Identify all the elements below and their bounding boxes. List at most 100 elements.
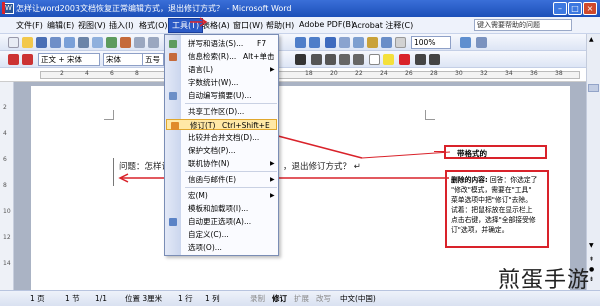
save-icon[interactable] [36,37,47,48]
help-search-input[interactable]: 键入需要帮助的问题 [474,19,572,31]
menu-acrobat-comments[interactable]: Acrobat 注释(C) [352,20,413,31]
crop-mark [425,110,435,120]
status-section: 1 节 [65,294,80,303]
menu-adobe-pdf[interactable]: Adobe PDF(B) [299,20,354,29]
drawing-icon[interactable] [367,37,378,48]
submenu-arrow-icon: ▶ [270,160,275,167]
research-icon[interactable] [120,37,131,48]
status-extend[interactable]: 扩展 [294,291,309,306]
enlarge-font-icon[interactable] [429,54,440,65]
formatting-toolbar: 正文 + 宋体 宋体 [0,51,600,68]
change-bar [113,158,114,186]
columns-icon[interactable] [353,37,364,48]
status-column: 1 列 [205,294,220,303]
menu-item-protect-document[interactable]: 保护文档(P)... [165,145,278,156]
menu-item-customize[interactable]: 自定义(C)... [165,229,278,240]
menu-insert[interactable]: 插入(I) [109,20,134,31]
highlight-icon[interactable] [383,54,394,65]
increase-indent-icon[interactable] [353,54,364,65]
title-bar: W 怎样让word2003文档恢复正常编辑方式，退出修订方式？ - Micros… [0,0,600,17]
menu-format[interactable]: 格式(O) [139,20,168,31]
menu-item-compare-merge[interactable]: 比较并合并文档(D)... [165,132,278,143]
menu-table[interactable]: 表格(A) [202,20,230,31]
horizontal-ruler[interactable]: 2 4 6 8 18 20 22 24 26 28 30 32 34 36 38 [0,68,600,82]
menu-view[interactable]: 视图(V) [78,20,106,31]
menu-item-letters-mailings[interactable]: 信函与邮件(E) ▶ [165,174,278,185]
new-document-icon[interactable] [8,37,19,48]
close-button[interactable]: × [583,2,597,15]
status-page-of: 1/1 [95,294,108,303]
status-track-changes[interactable]: 修订 [272,291,287,306]
crop-mark [104,110,114,120]
menu-item-templates-addins[interactable]: 模板和加载项(I)... [165,203,278,214]
redo-icon[interactable] [309,37,320,48]
scroll-up-icon[interactable]: ▲ [589,36,594,43]
show-hide-icon[interactable] [395,37,406,48]
menu-item-autocorrect[interactable]: 自动更正选项(A)... [165,216,278,227]
maximize-button[interactable]: □ [568,2,582,15]
open-folder-icon[interactable] [22,37,33,48]
font-color-icon[interactable] [399,54,410,65]
status-position: 位置 3厘米 [125,294,163,303]
document-map-icon[interactable] [381,37,392,48]
research-icon [169,53,177,61]
bullets-icon[interactable] [325,54,336,65]
menu-item-shared-workspace[interactable]: 共享工作区(D)... [165,106,278,117]
print-preview-icon[interactable] [92,37,103,48]
menu-item-autosummarize[interactable]: 自动编写摘要(U)... [165,90,278,101]
spelling-icon[interactable] [106,37,117,48]
menu-tools[interactable]: 工具(T) [168,18,204,33]
menu-item-research[interactable]: 信息检索(R)... Alt+单击 [165,51,278,62]
print-icon[interactable] [78,37,89,48]
status-language: 中文(中国) [340,294,376,303]
numbering-icon[interactable] [311,54,322,65]
zoom-select[interactable]: 100% [411,36,451,49]
menu-item-word-count[interactable]: 字数统计(W)... [165,77,278,88]
menu-item-online-collaboration[interactable]: 联机协作(N) ▶ [165,158,278,169]
minimize-button[interactable]: – [553,2,567,15]
help-icon[interactable] [460,37,471,48]
autocorrect-icon [169,218,177,226]
status-line: 1 行 [178,294,193,303]
line-spacing-icon[interactable] [295,54,306,65]
menu-item-spelling[interactable]: 拼写和语法(S)... F7 [165,38,278,49]
read-mode-icon[interactable] [476,37,487,48]
vertical-ruler[interactable]: 2 4 6 8 10 12 14 [0,82,14,290]
menu-window[interactable]: 窗口(W) [233,20,263,31]
menu-help[interactable]: 帮助(H) [266,20,294,31]
size-select[interactable]: 五号 [142,53,164,66]
copy-icon[interactable] [148,37,159,48]
menu-bar: 文件(F) 编辑(E) 视图(V) 插入(I) 格式(O) 工具(T) 表格(A… [0,17,600,34]
acrobat-email-icon[interactable] [22,54,33,65]
table-icon[interactable] [339,37,350,48]
submenu-arrow-icon: ▶ [270,192,275,199]
character-format-icon[interactable] [415,54,426,65]
menu-item-track-changes[interactable]: 修订(T) Ctrl+Shift+E [166,119,277,130]
menu-item-language[interactable]: 语言(L) ▶ [165,64,278,75]
cut-icon[interactable] [134,37,145,48]
style-select[interactable]: 正文 + 宋体 [38,53,100,66]
hyperlink-icon[interactable] [325,37,336,48]
vertical-scrollbar[interactable]: ▲ ▼ ⇞ ● ⇟ [586,34,600,290]
undo-icon[interactable] [295,37,306,48]
summary-icon [169,92,177,100]
menu-item-macro[interactable]: 宏(M) ▶ [165,190,278,201]
email-icon[interactable] [64,37,75,48]
menu-item-options[interactable]: 选项(O)... [165,242,278,253]
annotation-mark [2,2,5,14]
scroll-down-icon[interactable]: ▼ [589,242,594,249]
border-icon[interactable] [369,54,380,65]
decrease-indent-icon[interactable] [339,54,350,65]
comment-balloon-format[interactable]: 带格式的 [444,145,547,159]
annotation-line [434,151,444,152]
status-record[interactable]: 录制 [250,291,265,306]
status-overtype[interactable]: 改写 [316,291,331,306]
comment-balloon-deleted[interactable]: 删除的内容: 回答：你选定了 "修改"模式，需要在"工具" 菜单选项中把"修订"… [445,170,549,248]
acrobat-pdf-icon[interactable] [8,54,19,65]
menu-edit[interactable]: 编辑(E) [47,20,74,31]
permission-icon[interactable] [50,37,61,48]
document-body-text[interactable]: 问题：怎样让 [119,160,170,172]
scroll-thumb[interactable] [588,84,599,92]
document-body-text-end[interactable]: ，退出修订方式？ ↵ [283,160,361,172]
menu-file[interactable]: 文件(F) [16,20,43,31]
